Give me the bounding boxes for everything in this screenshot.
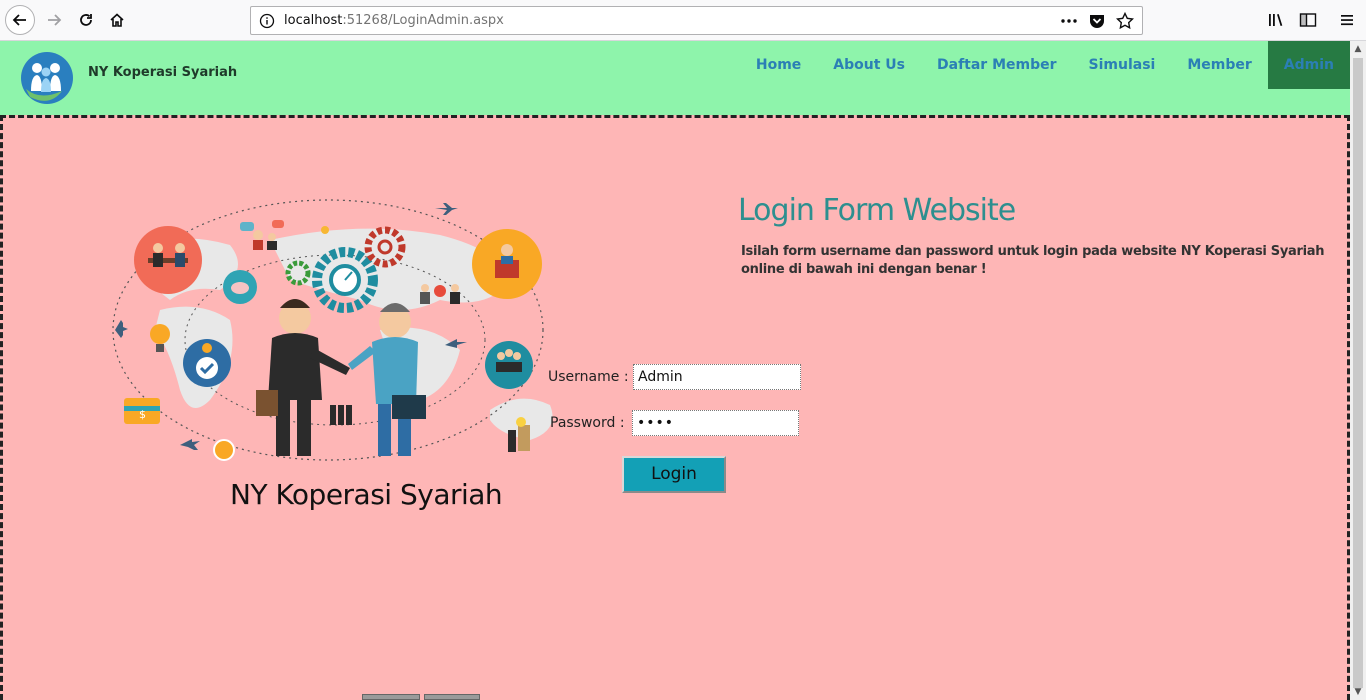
- address-bar[interactable]: localhost:51268/LoginAdmin.aspx: [250, 6, 1143, 35]
- menu-icon[interactable]: [1337, 10, 1357, 30]
- login-description: Isilah form username dan password untuk …: [741, 244, 1325, 277]
- page-scrollbar[interactable]: ▲ ▼: [1350, 41, 1366, 700]
- pocket-icon[interactable]: [1088, 13, 1106, 33]
- bottom-element: [362, 694, 420, 700]
- scroll-thumb[interactable]: [1353, 58, 1363, 688]
- home-icon[interactable]: [103, 6, 131, 34]
- url-path: :51268/LoginAdmin.aspx: [342, 13, 504, 28]
- more-icon[interactable]: [1060, 13, 1078, 33]
- password-input[interactable]: [632, 410, 799, 436]
- svg-text:$: $: [139, 408, 146, 421]
- login-button[interactable]: Login: [622, 456, 726, 493]
- bottom-element: [424, 694, 480, 700]
- back-icon[interactable]: [5, 5, 35, 35]
- username-input[interactable]: [633, 364, 801, 390]
- nav-admin[interactable]: Admin: [1267, 41, 1350, 89]
- nav-simulasi[interactable]: Simulasi: [1073, 41, 1172, 89]
- url-text: localhost:51268/LoginAdmin.aspx: [284, 13, 504, 28]
- login-title: Login Form Website: [738, 193, 1016, 228]
- site-header: NY Koperasi Syariah Home About Us Daftar…: [0, 41, 1350, 116]
- illustration-caption: NY Koperasi Syariah: [230, 478, 503, 511]
- library-icon[interactable]: [1267, 10, 1287, 30]
- browser-toolbar: localhost:51268/LoginAdmin.aspx: [0, 0, 1366, 41]
- info-icon[interactable]: [259, 13, 275, 33]
- brand-name[interactable]: NY Koperasi Syariah: [88, 65, 237, 80]
- nav-about-us[interactable]: About Us: [817, 41, 921, 89]
- logo[interactable]: [20, 51, 74, 105]
- forward-icon[interactable]: [40, 6, 68, 34]
- password-label: Password :: [550, 415, 625, 431]
- url-host: localhost: [284, 13, 343, 28]
- reload-icon[interactable]: [72, 6, 100, 34]
- bookmark-star-icon[interactable]: [1115, 11, 1135, 34]
- main-nav: Home About Us Daftar Member Simulasi Mem…: [740, 41, 1350, 89]
- nav-member[interactable]: Member: [1171, 41, 1267, 89]
- scroll-up-icon[interactable]: ▲: [1352, 43, 1364, 55]
- scroll-down-icon[interactable]: ▼: [1352, 686, 1364, 698]
- username-label: Username :: [548, 369, 629, 385]
- sidebar-icon[interactable]: [1298, 10, 1318, 30]
- nav-home[interactable]: Home: [740, 41, 817, 89]
- business-illustration: $: [100, 190, 580, 480]
- nav-daftar-member[interactable]: Daftar Member: [921, 41, 1073, 89]
